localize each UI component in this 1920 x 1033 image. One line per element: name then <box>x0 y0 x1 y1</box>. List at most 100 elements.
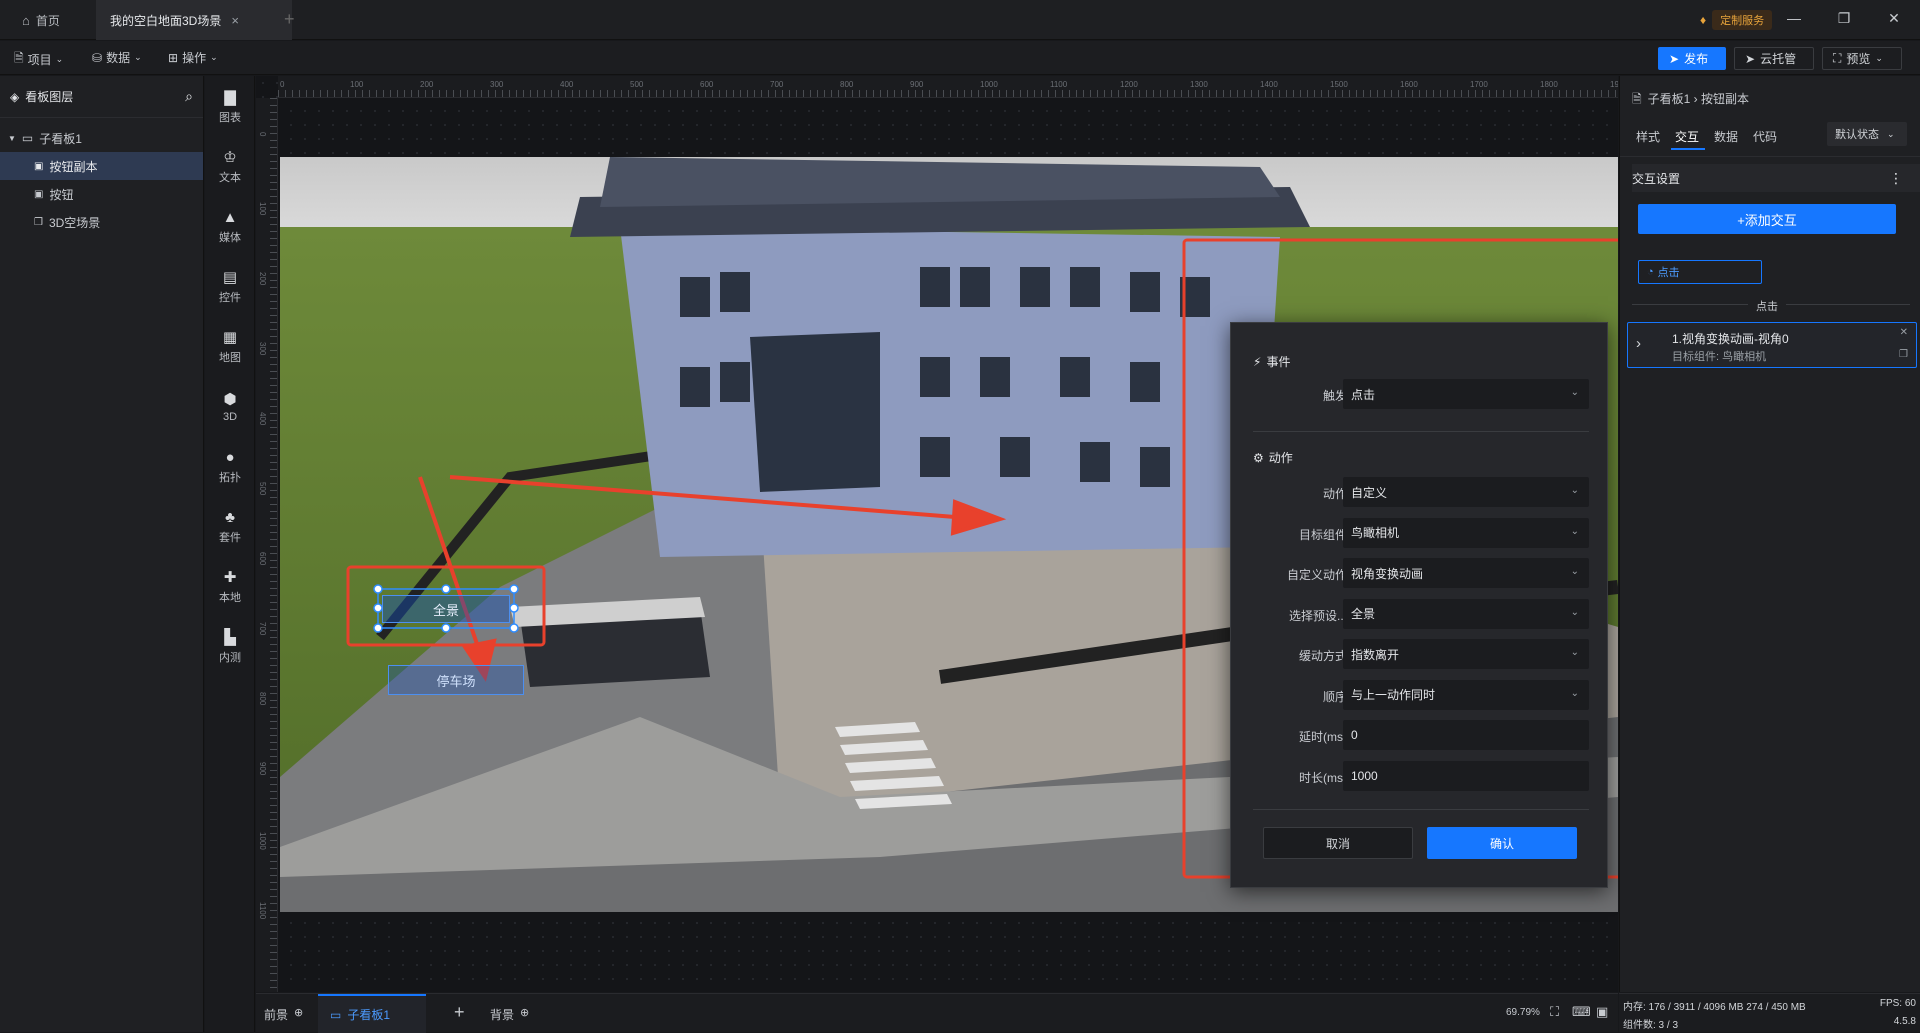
ruler-label: 400 <box>258 412 267 426</box>
action-card[interactable]: › 1.视角变换动画-视角0 目标组件: 鸟瞰相机 ✕ ❐ <box>1627 322 1917 368</box>
tab-interaction[interactable]: 交互 <box>1675 128 1699 145</box>
component-toolbar: ▇ 图表 ♔ 文本 ▲ 媒体 ▤ 控件 ▦ 地图 ⬢ 3D ● 拓扑 ♣ 套件 ✚ 本地 ▙ 内测 <box>205 76 255 1032</box>
layer-item-3d-scene[interactable]: ❒ 3D空场景 <box>0 208 203 236</box>
layer-item-button[interactable]: ▣ 按钮 <box>0 180 203 208</box>
ruler-label: 1800 <box>1540 80 1558 89</box>
ruler-label: 1000 <box>258 832 267 850</box>
ruler-label: 600 <box>258 552 267 566</box>
tool-kit[interactable]: ♣ 套件 <box>205 498 255 556</box>
image-icon: ▣ <box>34 160 44 172</box>
confirm-button[interactable]: 确认 <box>1427 827 1577 859</box>
add-circle-icon[interactable]: ⊕ <box>520 1006 529 1023</box>
action-row-value: 与上一动作同时 <box>1351 688 1436 702</box>
tab-project[interactable]: 我的空白地面3D场景 × <box>96 0 292 40</box>
chevron-down-icon: ⌄ <box>210 52 218 62</box>
action-row-value: 1000 <box>1351 768 1378 783</box>
tool-3d[interactable]: ⬢ 3D <box>205 378 255 436</box>
click-icon: ◔ <box>1647 266 1654 278</box>
ruler-label: 300 <box>490 80 504 89</box>
action-row-select[interactable]: 全景 ⌄ <box>1343 598 1589 629</box>
preview-button[interactable]: ⛶ 预览 ⌄ <box>1822 47 1902 70</box>
tool-media[interactable]: ▲ 媒体 <box>205 198 255 256</box>
tool-map[interactable]: ▦ 地图 <box>205 318 255 376</box>
chevron-down-icon: ⌄ <box>1875 53 1883 63</box>
board-tab[interactable]: ▭ 子看板1 <box>318 994 426 1033</box>
cloud-host-button[interactable]: ➤ 云托管 <box>1734 47 1814 70</box>
add-circle-icon[interactable]: ⊕ <box>294 1006 303 1023</box>
tool-label: 文本 <box>219 171 241 184</box>
new-tab-icon[interactable]: + <box>284 9 295 30</box>
maximize-icon[interactable]: ❐ <box>1834 10 1854 27</box>
chevron-down-icon: ⌄ <box>1887 128 1895 139</box>
tool-label: 图表 <box>219 111 241 124</box>
fit-screen-icon[interactable]: ⛶ <box>1550 1004 1559 1020</box>
close-window-icon[interactable]: ✕ <box>1884 10 1904 27</box>
state-select-value: 默认状态 <box>1835 129 1879 141</box>
keyboard-icon[interactable]: ⌨ <box>1572 1004 1591 1020</box>
layer-item-button-copy[interactable]: ▣ 按钮副本 <box>0 152 203 180</box>
close-tab-icon[interactable]: × <box>231 13 239 28</box>
tool-widget[interactable]: ▤ 控件 <box>205 258 255 316</box>
tool-label: 套件 <box>219 531 241 544</box>
cancel-button[interactable]: 取消 <box>1263 827 1413 859</box>
minimize-icon[interactable]: — <box>1784 10 1804 26</box>
action-row-select[interactable]: 指数离开 ⌄ <box>1343 639 1589 669</box>
ruler-label: 800 <box>840 80 854 89</box>
back-layer[interactable]: 背景 ⊕ <box>490 1006 529 1023</box>
tool-label: 拓扑 <box>219 471 241 484</box>
event-chip[interactable]: ◔ 点击 <box>1638 260 1762 284</box>
add-board-icon[interactable]: + <box>454 1002 465 1023</box>
more-icon[interactable]: ⋮ <box>1889 170 1903 187</box>
media-icon: ▲ <box>222 208 238 226</box>
home-icon: ⌂ <box>22 12 30 28</box>
fps-counter: FPS: 60 <box>1879 998 1916 1009</box>
tab-style[interactable]: 样式 <box>1636 128 1660 145</box>
tool-beta[interactable]: ▙ 内测 <box>205 618 255 676</box>
zoom-level[interactable]: 69.79% <box>1506 1007 1540 1018</box>
action-row: 动作 自定义 ⌄ <box>1231 477 1609 507</box>
tool-text[interactable]: ♔ 文本 <box>205 138 255 196</box>
action-row: 选择预设... 全景 ⌄ <box>1231 598 1609 629</box>
action-row-select[interactable]: 自定义 ⌄ <box>1343 477 1589 507</box>
add-interaction-button[interactable]: +添加交互 <box>1638 204 1896 234</box>
front-layer[interactable]: 前景 ⊕ <box>264 1006 303 1023</box>
chevron-down-icon: ⌄ <box>1570 687 1579 699</box>
tool-topology[interactable]: ● 拓扑 <box>205 438 255 496</box>
trigger-select[interactable]: 点击 ⌄ <box>1343 379 1589 409</box>
action-row-select[interactable]: 视角变换动画 ⌄ <box>1343 558 1589 588</box>
breadcrumb-text: 子看板1 › 按钮副本 <box>1647 92 1749 106</box>
menu-data[interactable]: ⛁ 数据 ⌄ <box>92 49 142 66</box>
state-select[interactable]: 默认状态 ⌄ <box>1827 122 1907 146</box>
terminal-icon[interactable]: ▣ <box>1596 1004 1608 1020</box>
menu-project[interactable]: 🗎 项目 ⌄ <box>14 49 63 70</box>
ruler-label: 200 <box>258 272 267 286</box>
layer-item-label: 按钮副本 <box>49 159 98 174</box>
copy-icon[interactable]: ❐ <box>1899 349 1908 360</box>
custom-service-label: 定制服务 <box>1712 10 1773 30</box>
ruler-label: 1600 <box>1400 80 1418 89</box>
parking-button[interactable]: 停车场 <box>388 665 524 695</box>
tab-code[interactable]: 代码 <box>1753 128 1777 145</box>
tool-chart[interactable]: ▇ 图表 <box>205 78 255 136</box>
menu-operate[interactable]: ⊞ 操作 ⌄ <box>168 49 218 66</box>
action-row-input[interactable]: 0 <box>1343 720 1589 750</box>
database-icon: ⛁ <box>92 50 103 65</box>
publish-button[interactable]: ➤ 发布 <box>1658 47 1726 70</box>
tab-home[interactable]: ⌂ 首页 <box>8 0 94 40</box>
search-icon[interactable]: ⌕ <box>185 88 193 105</box>
ruler-label: 1300 <box>1190 80 1208 89</box>
publish-label: 发布 <box>1684 52 1709 66</box>
ruler-label: 400 <box>560 80 574 89</box>
ruler-label: 500 <box>258 482 267 496</box>
layer-item-board[interactable]: ▼ ▭ 子看板1 <box>0 124 203 152</box>
tab-data[interactable]: 数据 <box>1714 128 1738 145</box>
delete-icon[interactable]: ✕ <box>1900 327 1908 338</box>
panorama-button[interactable]: 全景 <box>382 595 510 623</box>
puzzle-icon: ✚ <box>223 568 237 586</box>
tool-local[interactable]: ✚ 本地 <box>205 558 255 616</box>
action-row-select[interactable]: 与上一动作同时 ⌄ <box>1343 679 1589 710</box>
action-row-select[interactable]: 鸟瞰相机 ⌄ <box>1343 517 1589 548</box>
action-row-label: 延时(ms) <box>1299 730 1347 744</box>
action-row-input[interactable]: 1000 <box>1343 760 1589 791</box>
custom-service[interactable]: ♦ 定制服务 <box>1700 9 1773 31</box>
